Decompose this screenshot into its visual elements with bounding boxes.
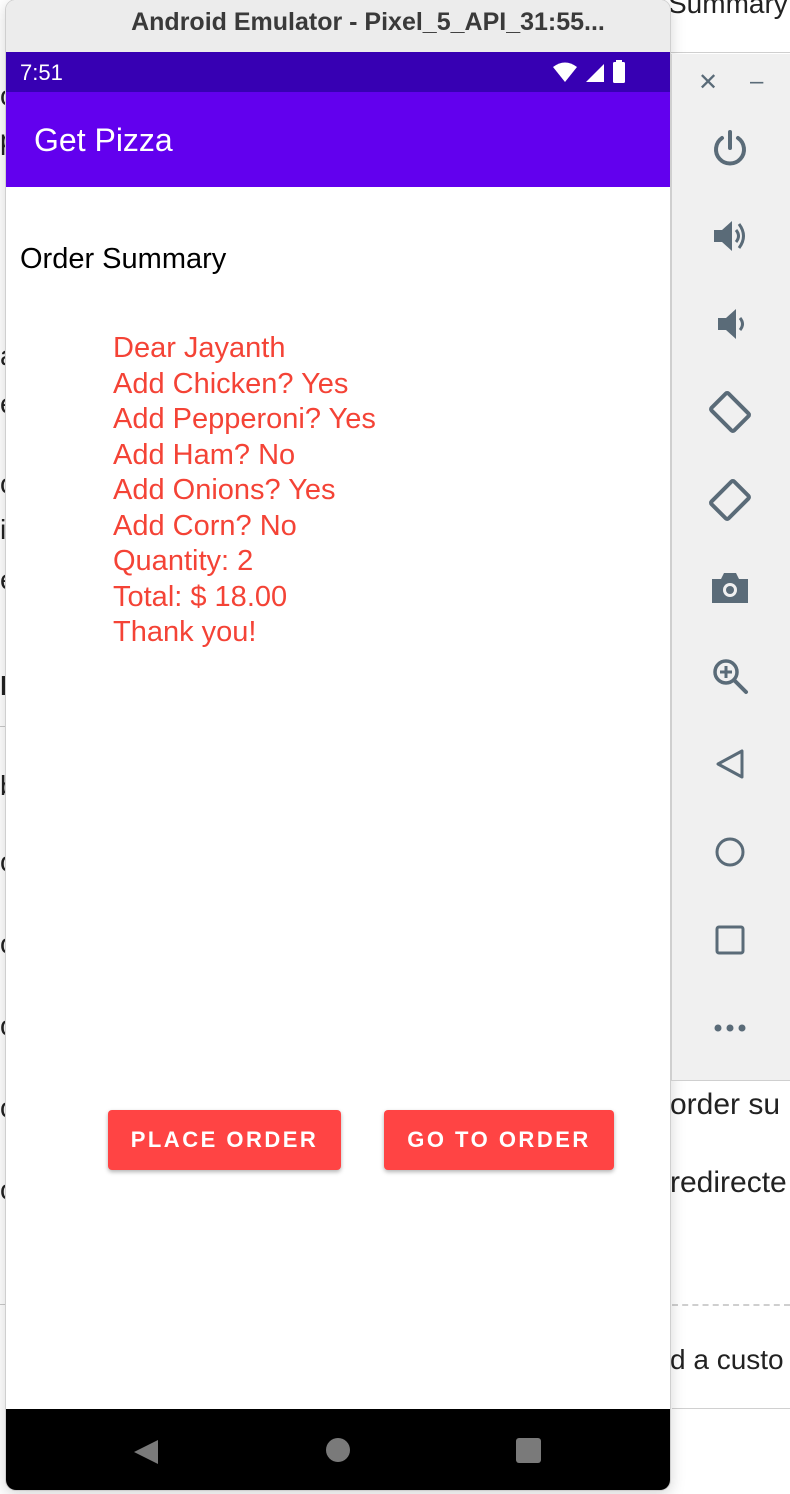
go-to-order-button[interactable]: GO TO ORDER <box>384 1110 614 1170</box>
camera-icon[interactable] <box>708 566 752 610</box>
power-icon[interactable] <box>708 126 752 170</box>
rotate-right-icon[interactable] <box>708 478 752 522</box>
summary-line-chicken: Add Chicken? Yes <box>113 367 349 400</box>
order-summary-heading: Order Summary <box>20 243 227 275</box>
volume-up-icon[interactable] <box>708 214 752 258</box>
app-bar: Get Pizza <box>6 92 670 187</box>
background-right-text: order su <box>670 1088 781 1121</box>
rotate-left-icon[interactable] <box>708 390 752 434</box>
background-right-text: d a custo <box>670 1344 784 1375</box>
nav-back-icon[interactable] <box>132 1439 160 1465</box>
summary-line-thanks: Thank you! <box>113 616 257 648</box>
close-icon[interactable]: ✕ <box>698 68 718 97</box>
emulator-title: Android Emulator - Pixel_5_API_31:55... <box>131 8 605 36</box>
summary-line-quantity: Quantity: 2 <box>113 545 254 577</box>
summary-line-greeting: Dear Jayanth <box>113 332 286 364</box>
summary-line-ham: Add Ham? No <box>113 438 296 471</box>
status-icons <box>552 60 626 84</box>
more-icon[interactable] <box>708 1006 752 1050</box>
summary-line-corn: Add Corn? No <box>113 509 297 542</box>
android-nav-bar <box>6 1409 670 1490</box>
background-divider <box>672 1408 790 1409</box>
emulator-title-bar[interactable]: Android Emulator - Pixel_5_API_31:55... <box>6 0 670 53</box>
back-icon[interactable] <box>708 742 752 786</box>
order-summary-details: Dear Jayanth Add Chicken? Yes Add Pepper… <box>113 331 376 651</box>
summary-line-pepperoni: Add Pepperoni? Yes <box>113 403 376 435</box>
background-right-text: redirecte <box>670 1166 787 1199</box>
emulator-toolbar: ✕ – <box>671 54 790 1081</box>
nav-recents-icon[interactable] <box>516 1438 541 1463</box>
order-summary-screen: Order Summary Dear Jayanth Add Chicken? … <box>6 187 670 1409</box>
cell-signal-icon <box>586 64 604 82</box>
emulator-window: Android Emulator - Pixel_5_API_31:55... … <box>6 0 670 1490</box>
nav-home-icon[interactable] <box>326 1438 350 1462</box>
volume-down-icon[interactable] <box>708 302 752 346</box>
wifi-icon <box>553 62 577 82</box>
battery-icon <box>613 60 625 83</box>
minimize-icon[interactable]: – <box>750 68 763 96</box>
summary-line-total: Total: $ 18.00 <box>113 580 288 613</box>
summary-line-onions: Add Onions? Yes <box>113 474 336 506</box>
overview-icon[interactable] <box>708 918 752 962</box>
home-icon[interactable] <box>708 830 752 874</box>
background-dashed-divider <box>672 1304 790 1306</box>
status-time: 7:51 <box>20 60 63 85</box>
place-order-button[interactable]: PLACE ORDER <box>108 1110 341 1170</box>
app-title: Get Pizza <box>34 122 173 158</box>
background-header-fragment: Summary <box>668 0 788 19</box>
zoom-icon[interactable] <box>708 654 752 698</box>
status-bar: 7:51 <box>6 52 670 92</box>
background-divider <box>668 52 790 53</box>
